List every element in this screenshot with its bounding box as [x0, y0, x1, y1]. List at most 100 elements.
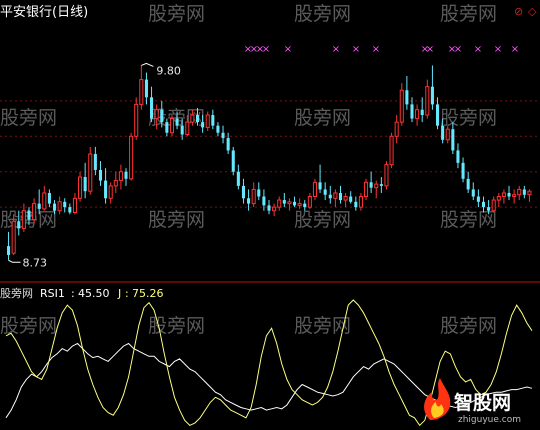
high-label: 9.80: [156, 64, 181, 77]
candle-body-down: [354, 201, 358, 208]
candle-body-down: [507, 192, 511, 197]
candle-body-down: [37, 203, 41, 209]
candle-body-down: [323, 189, 327, 195]
candle-body-down: [241, 185, 245, 199]
candle-body-down: [369, 182, 373, 188]
candle-body-up: [343, 196, 348, 201]
candle-body-down: [17, 221, 21, 229]
legend-j-value: 75.26: [132, 287, 164, 300]
chart-title: 平安银行(日线): [0, 5, 88, 20]
signal-marker: ×: [474, 44, 482, 55]
candle-body-up: [501, 192, 506, 198]
candle-body-up: [205, 114, 210, 128]
candle-body-down: [104, 180, 108, 199]
candle-body-up: [389, 135, 394, 166]
signal-marker: ×: [426, 44, 434, 55]
candle-body-up: [333, 192, 338, 199]
candle-body-up: [139, 79, 144, 105]
candle-body-down: [405, 90, 409, 105]
watermark-text: 股旁网: [0, 315, 57, 337]
candle-body-down: [165, 122, 169, 133]
candle-body-down: [481, 201, 486, 208]
candle-body-up: [415, 109, 420, 120]
candle-body-down: [282, 200, 286, 204]
candle-body-down: [180, 125, 184, 135]
indicator-title: 股旁网: [0, 286, 33, 300]
candle-body-up: [394, 121, 399, 137]
candle-body-down: [267, 205, 271, 211]
candle-body-down: [98, 169, 103, 181]
candle-body-down: [471, 189, 475, 197]
candle-body-down: [226, 138, 230, 151]
candle-body-up: [491, 199, 496, 212]
candle-body-down: [379, 184, 383, 186]
candle-body-down: [68, 207, 72, 213]
candle-body-up: [277, 199, 282, 208]
candle-body-down: [124, 171, 128, 179]
chart-stage: 股旁网 股旁网 股旁网股旁网 股旁网 股旁网 股旁网股旁网 股旁网 股旁网 股旁网股旁网 股旁网股…: [0, 0, 540, 430]
signal-marker: ×: [284, 44, 292, 55]
candle-body-up: [272, 206, 277, 212]
watermark-text: 股旁网: [294, 107, 351, 129]
signal-marker: ×: [494, 44, 502, 55]
candle-body-down: [52, 203, 57, 211]
watermark-text: 股旁网: [0, 107, 57, 129]
candle-body-down: [7, 246, 11, 255]
watermark-text: 股旁网: [294, 315, 351, 337]
candle-body-up: [134, 103, 139, 137]
candle-body-down: [430, 86, 434, 105]
candle-body-up: [42, 192, 47, 210]
candle-body-down: [466, 178, 470, 190]
candle-body-up: [32, 203, 37, 221]
candle-body-up: [251, 188, 256, 205]
candle-body-up: [527, 190, 532, 196]
candle-body-up: [512, 194, 517, 198]
candle-body-up: [363, 181, 369, 198]
candle-body-up: [57, 201, 62, 212]
candle-body-down: [160, 109, 164, 123]
diamond-icon[interactable]: ◇: [528, 5, 537, 18]
signal-marker: ×: [372, 44, 380, 55]
circle-slash-icon[interactable]: ⊘: [514, 5, 523, 18]
candle-body-up: [297, 203, 302, 206]
candle-body-up: [118, 171, 123, 182]
candle-body-up: [169, 118, 175, 134]
candle-body-down: [451, 129, 455, 151]
candle-body-down: [435, 104, 440, 126]
signal-marker: ×: [454, 44, 462, 55]
watermark-text: 股旁网: [148, 209, 205, 231]
candle-body-up: [108, 185, 113, 199]
candle-body-down: [349, 196, 353, 202]
candle-body-up: [21, 210, 26, 229]
candle-body-down: [175, 118, 179, 126]
candle-body-up: [425, 86, 430, 116]
candle-body-down: [195, 115, 200, 123]
indicator-legend: 股旁网 RSI1 : 45.50 J : 75.26: [0, 286, 164, 300]
legend-rsi-colon: :: [71, 287, 75, 300]
candle-body-down: [211, 115, 215, 126]
watermark-text: 股旁网: [294, 3, 351, 25]
candle-body-down: [420, 109, 424, 116]
candle-body-down: [257, 189, 261, 197]
candle-body-down: [318, 182, 322, 190]
candle-body-up: [78, 176, 83, 199]
candle-body-down: [83, 177, 87, 192]
legend-rsi-name: RSI1: [40, 287, 65, 300]
candle-body-down: [63, 201, 67, 208]
candle-body-down: [150, 97, 154, 119]
candle-body-down: [461, 162, 465, 179]
candle-body-down: [441, 125, 445, 140]
watermark-text: 股旁网: [440, 107, 497, 129]
legend-j-colon: :: [125, 287, 129, 300]
candle-body-up: [384, 164, 389, 187]
candle-body-up: [113, 180, 118, 187]
watermark-text: 股旁网: [294, 209, 351, 231]
candle-body-down: [262, 196, 266, 206]
candle-body-up: [185, 121, 190, 136]
candle-body-down: [93, 154, 97, 170]
logo-name: 智股网: [454, 391, 511, 414]
signal-marker: ×: [511, 44, 519, 55]
candle-body-down: [27, 210, 31, 220]
candle-body-down: [303, 203, 307, 208]
candle-body-up: [445, 128, 450, 141]
